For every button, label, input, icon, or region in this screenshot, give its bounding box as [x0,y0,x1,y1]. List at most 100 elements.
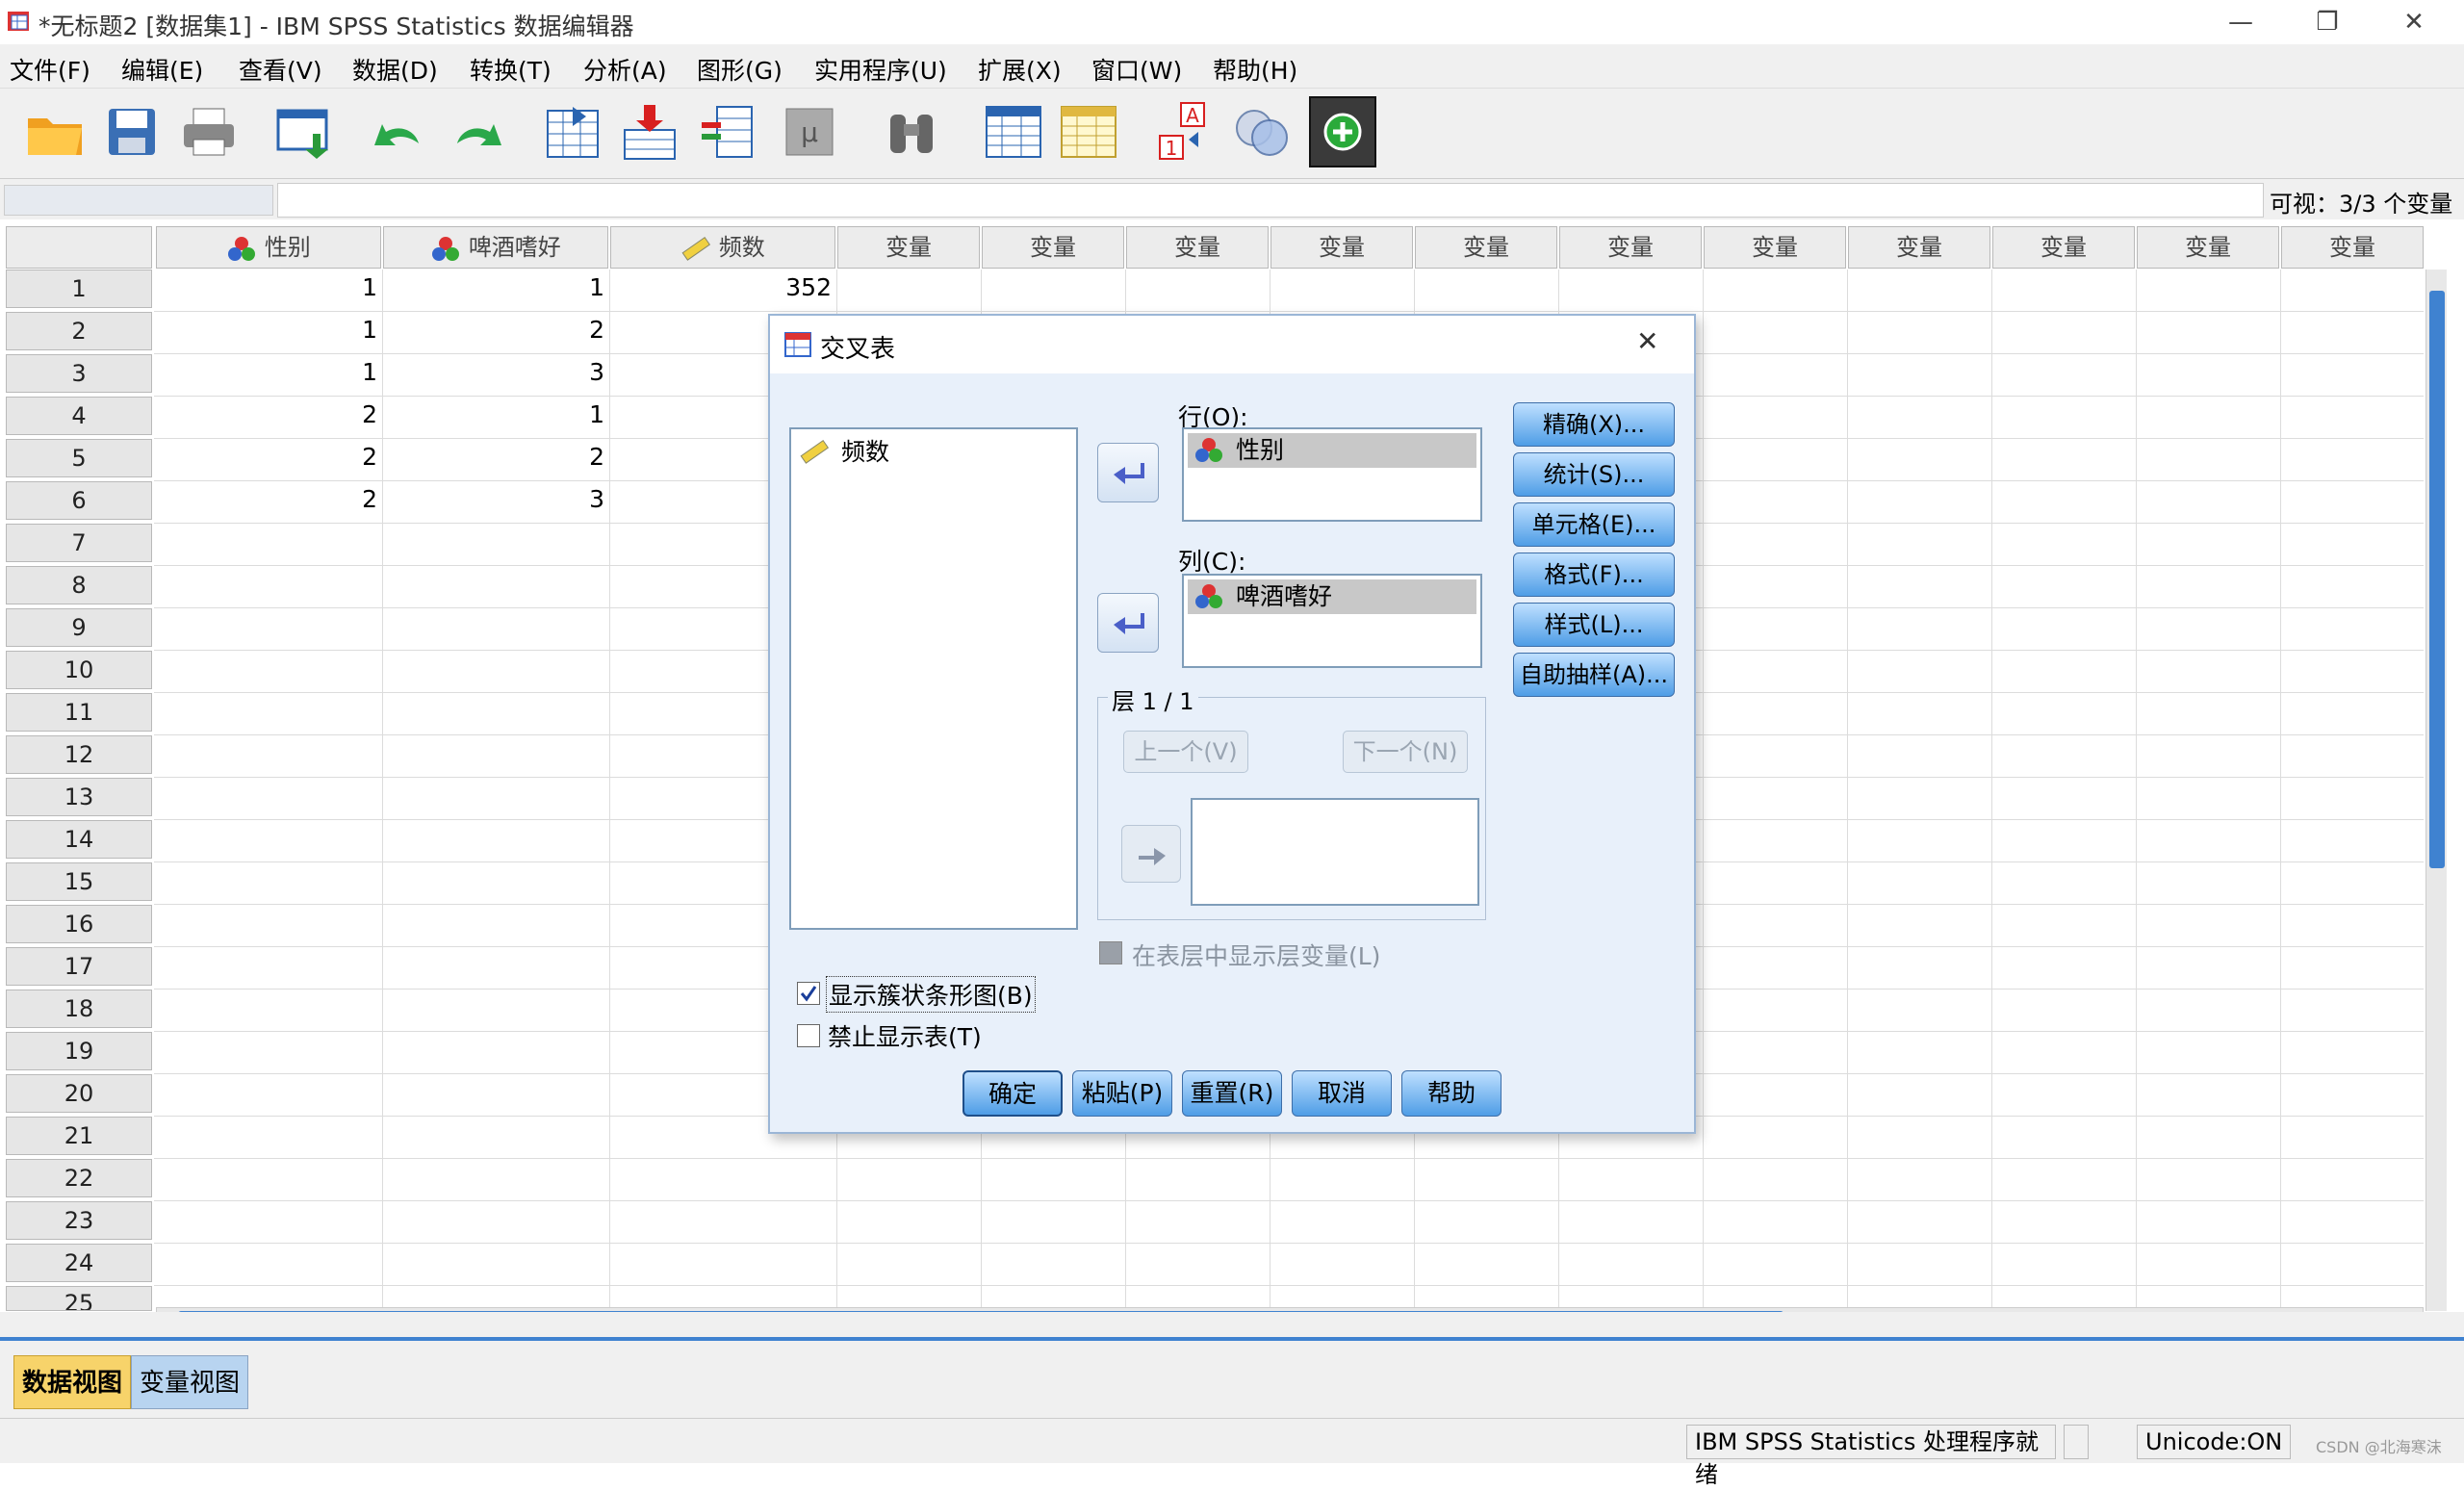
variables-icon[interactable] [693,96,760,167]
vertical-scrollbar[interactable] [2426,270,2447,1311]
statistics-button[interactable]: 统计(S)... [1513,452,1675,497]
row-header[interactable]: 20 [6,1074,152,1113]
reset-button[interactable]: 重置(R) [1182,1070,1282,1117]
row-header[interactable]: 12 [6,735,152,774]
menu-view[interactable]: 查看(V) [239,52,322,87]
open-folder-icon[interactable] [21,96,89,167]
column-header-empty[interactable]: 变量 [1992,226,2135,269]
row-header[interactable]: 16 [6,905,152,943]
next-layer-button[interactable]: 下一个(N) [1343,731,1468,773]
row-header[interactable]: 10 [6,651,152,689]
corner-cell[interactable] [6,226,152,269]
menu-transform[interactable]: 转换(T) [470,52,552,87]
row-header[interactable]: 17 [6,947,152,986]
row-header[interactable]: 19 [6,1032,152,1070]
row-header[interactable]: 5 [6,439,152,477]
use-sets-icon[interactable] [1228,96,1296,167]
row-header[interactable]: 9 [6,608,152,647]
table-cell[interactable]: 1 [156,273,377,301]
cell-value-input[interactable] [277,183,2264,218]
table-cell[interactable]: 352 [610,273,832,301]
table-cell[interactable]: 2 [156,400,377,428]
row-header[interactable]: 6 [6,481,152,520]
row-header[interactable]: 8 [6,566,152,604]
undo-icon[interactable] [364,96,431,167]
table-cell[interactable]: 1 [383,400,604,428]
table-cell[interactable]: 3 [383,358,604,386]
table-cell[interactable]: 2 [383,443,604,471]
column-header-empty[interactable]: 变量 [982,226,1124,269]
cells-button[interactable]: 单元格(E)... [1513,502,1675,547]
row-header[interactable]: 2 [6,312,152,350]
exact-button[interactable]: 精确(X)... [1513,402,1675,447]
column-header-empty[interactable]: 变量 [1126,226,1269,269]
format-button[interactable]: 格式(F)... [1513,553,1675,597]
row-header[interactable]: 15 [6,862,152,901]
tab-data-view[interactable]: 数据视图 [13,1355,132,1409]
paste-button[interactable]: 粘贴(P) [1072,1070,1172,1117]
source-variable-list[interactable]: 频数 [789,427,1078,930]
tab-variable-view[interactable]: 变量视图 [131,1355,249,1409]
menu-extensions[interactable]: 扩展(X) [978,52,1062,87]
insert-variable-icon[interactable] [1055,96,1122,167]
suppress-tables-checkbox[interactable] [797,1024,820,1047]
column-header-gender[interactable]: 性别 [156,226,381,269]
list-item[interactable]: 啤酒嗜好 [1188,579,1476,614]
row-header[interactable]: 24 [6,1244,152,1282]
column-header-frequency[interactable]: 频数 [610,226,835,269]
print-icon[interactable] [175,96,243,167]
goto-variable-icon[interactable] [616,96,683,167]
column-header-beer-preference[interactable]: 啤酒嗜好 [383,226,608,269]
style-button[interactable]: 样式(L)... [1513,603,1675,647]
menu-edit[interactable]: 编辑(E) [121,52,203,87]
column-header-empty[interactable]: 变量 [1559,226,1702,269]
value-labels-icon[interactable]: A1 [1149,96,1217,167]
close-window-button[interactable]: ✕ [2375,4,2452,40]
redo-icon[interactable] [445,96,512,167]
dialog-close-button[interactable]: ✕ [1636,325,1658,357]
menu-file[interactable]: 文件(F) [10,52,90,87]
table-cell[interactable]: 3 [383,485,604,513]
move-to-columns-button[interactable] [1097,593,1159,653]
menu-window[interactable]: 窗口(W) [1091,52,1182,87]
column-header-empty[interactable]: 变量 [1704,226,1846,269]
column-header-empty[interactable]: 变量 [2281,226,2424,269]
list-item[interactable]: 性别 [1188,433,1476,468]
row-header[interactable]: 23 [6,1201,152,1240]
column-header-empty[interactable]: 变量 [1848,226,1990,269]
table-cell[interactable]: 1 [156,316,377,344]
column-header-empty[interactable]: 变量 [1270,226,1413,269]
table-cell[interactable]: 2 [156,485,377,513]
insert-cases-icon[interactable] [980,96,1047,167]
help-button[interactable]: 帮助 [1401,1070,1502,1117]
menu-analyze[interactable]: 分析(A) [583,52,667,87]
row-header[interactable]: 25 [6,1286,152,1311]
table-cell[interactable]: 1 [156,358,377,386]
move-to-rows-button[interactable] [1097,443,1159,502]
row-header[interactable]: 21 [6,1117,152,1155]
column-header-empty[interactable]: 变量 [2137,226,2279,269]
column-header-empty[interactable]: 变量 [1415,226,1557,269]
run-descriptives-icon[interactable]: μ [776,96,843,167]
row-header[interactable]: 14 [6,820,152,859]
show-layer-checkbox[interactable] [1099,941,1122,964]
row-header[interactable]: 11 [6,693,152,732]
clustered-bar-checkbox[interactable] [797,982,820,1005]
table-cell[interactable]: 2 [383,316,604,344]
rows-list[interactable]: 性别 [1182,427,1482,522]
recall-dialog-icon[interactable] [271,96,339,167]
menu-data[interactable]: 数据(D) [352,52,438,87]
restore-button[interactable]: ❐ [2289,4,2366,40]
save-icon[interactable] [98,96,166,167]
cancel-button[interactable]: 取消 [1292,1070,1392,1117]
row-header[interactable]: 4 [6,397,152,435]
find-binoculars-icon[interactable] [878,96,945,167]
row-header[interactable]: 3 [6,354,152,393]
cell-reference-box[interactable] [4,185,273,216]
table-cell[interactable]: 1 [383,273,604,301]
menu-utilities[interactable]: 实用程序(U) [814,52,947,87]
row-header[interactable]: 18 [6,990,152,1028]
menu-help[interactable]: 帮助(H) [1213,52,1297,87]
menu-graphs[interactable]: 图形(G) [697,52,783,87]
row-header[interactable]: 1 [6,270,152,308]
